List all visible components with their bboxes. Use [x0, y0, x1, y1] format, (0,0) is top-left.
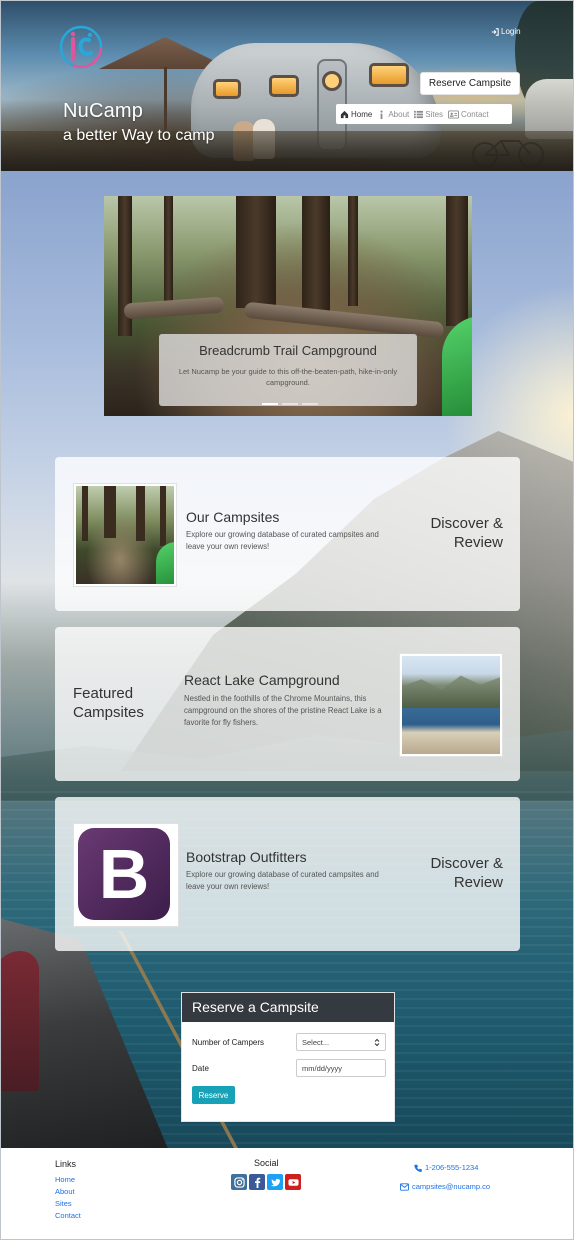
nav-home[interactable]: Home — [340, 110, 372, 119]
login-link[interactable]: Login — [491, 27, 521, 36]
phone-icon — [414, 1164, 422, 1172]
footer-social-title: Social — [254, 1158, 279, 1168]
form-title: Reserve a Campsite — [182, 993, 394, 1022]
date-input[interactable]: mm/dd/yyyy — [296, 1059, 386, 1077]
info-icon — [380, 110, 383, 119]
footer-phone: 1-206-555-1234 — [425, 1163, 479, 1172]
social-buttons — [231, 1174, 301, 1190]
card-title: React Lake Campground — [184, 672, 340, 688]
reserve-campsite-form: Reserve a Campsite Number of Campers Sel… — [181, 992, 395, 1122]
nav-contact[interactable]: Contact — [448, 110, 489, 119]
envelope-icon — [400, 1182, 409, 1191]
card-featured-campsites: Featured Campsites React Lake Campground… — [55, 627, 520, 781]
campers-select[interactable]: Select... — [296, 1033, 386, 1051]
reserve-submit-button[interactable]: Reserve — [192, 1086, 235, 1104]
nav-sites[interactable]: Sites — [414, 110, 443, 119]
reserve-campsite-button[interactable]: Reserve Campsite — [420, 72, 520, 95]
nav-about-label: About — [388, 109, 410, 119]
youtube-icon — [287, 1178, 299, 1186]
carousel-indicators[interactable] — [262, 403, 318, 405]
footer-email: campsites@nucamp.co — [412, 1182, 491, 1191]
campers-row: Number of Campers Select... — [192, 1033, 386, 1051]
bootstrap-logo-icon: B — [78, 828, 170, 920]
card-title: Bootstrap Outfitters — [186, 849, 307, 865]
nav-sites-label: Sites — [425, 109, 444, 119]
login-label: Login — [501, 27, 521, 36]
header-jumbotron: NuCamp a better Way to camp Login Reserv… — [1, 1, 573, 171]
brand-title: NuCamp — [63, 100, 144, 122]
card-text: Explore our growing database of curated … — [186, 870, 379, 891]
home-icon — [340, 110, 349, 118]
card-text: Nestled in the foothills of the Chrome M… — [184, 694, 382, 727]
card-side-heading: Discover & Review — [430, 855, 503, 891]
footer-link-about[interactable]: About — [55, 1187, 75, 1196]
footer: Links Home About Sites Contact Social 1-… — [1, 1148, 573, 1239]
page: NuCamp a better Way to camp Login Reserv… — [0, 0, 574, 1240]
footer-phone-link[interactable]: 1-206-555-1234 — [414, 1163, 478, 1172]
footer-link-home[interactable]: Home — [55, 1175, 75, 1184]
footer-links-title: Links — [55, 1159, 77, 1169]
nav-home-label: Home — [351, 109, 373, 119]
carousel-caption-title: Breadcrumb Trail Campground — [199, 343, 377, 358]
facebook-button[interactable] — [249, 1174, 265, 1190]
nucamp-logo-icon[interactable] — [59, 25, 103, 69]
select-caret-icon — [374, 1038, 380, 1046]
nav-contact-label: Contact — [461, 109, 489, 119]
campers-select-value: Select... — [302, 1037, 330, 1047]
sign-in-icon — [491, 27, 499, 36]
carousel-indicator[interactable] — [262, 403, 278, 405]
carousel-caption: Breadcrumb Trail Campground Let Nucamp b… — [159, 334, 417, 406]
footer-link-contact[interactable]: Contact — [55, 1211, 81, 1220]
campers-label: Number of Campers — [192, 1037, 265, 1047]
date-row: Date mm/dd/yyyy — [192, 1059, 386, 1077]
card-title: Our Campsites — [186, 509, 280, 525]
youtube-button[interactable] — [285, 1174, 301, 1190]
carousel-indicator[interactable] — [302, 403, 318, 405]
address-card-icon — [448, 109, 459, 119]
brand-tagline: a better Way to camp — [63, 127, 215, 144]
carousel-caption-text: Let Nucamp be your guide to this off-the… — [178, 367, 398, 387]
footer-link-sites[interactable]: Sites — [55, 1199, 72, 1208]
card-side-heading: Discover & Review — [430, 515, 503, 551]
card-our-campsites: Our Campsites Explore our growing databa… — [55, 457, 520, 611]
date-input-placeholder: mm/dd/yyyy — [302, 1063, 343, 1073]
main-navbar: Home About Sites Contact — [336, 104, 512, 124]
instagram-icon — [233, 1176, 245, 1188]
card-bootstrap-outfitters: B Bootstrap Outfitters Explore our growi… — [55, 797, 520, 951]
card-image-react-lake — [399, 653, 503, 757]
card-image-campsites — [73, 483, 177, 587]
nav-about[interactable]: About — [377, 110, 409, 119]
campground-carousel[interactable]: Breadcrumb Trail Campground Let Nucamp b… — [104, 196, 472, 416]
card-side-heading: Featured Campsites — [73, 685, 144, 721]
facebook-icon — [254, 1177, 260, 1188]
date-label: Date — [192, 1063, 209, 1073]
carousel-indicator[interactable] — [282, 403, 298, 405]
twitter-button[interactable] — [267, 1174, 283, 1190]
footer-email-link[interactable]: campsites@nucamp.co — [400, 1182, 490, 1191]
card-text: Explore our growing database of curated … — [186, 530, 379, 551]
twitter-icon — [270, 1178, 280, 1186]
instagram-button[interactable] — [231, 1174, 247, 1190]
list-icon — [414, 110, 424, 118]
card-image-bootstrap: B — [73, 823, 179, 927]
